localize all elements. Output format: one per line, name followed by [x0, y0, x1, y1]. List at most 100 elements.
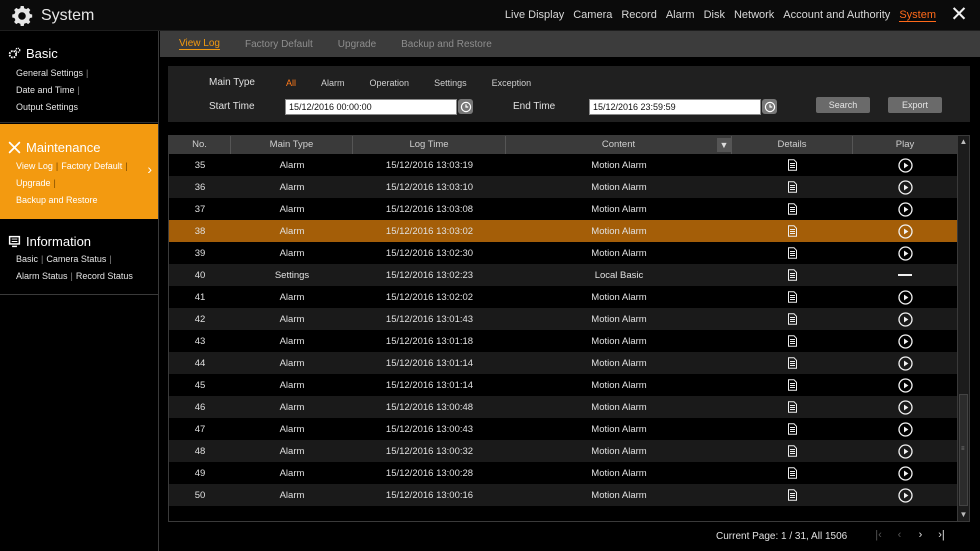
play-button[interactable] — [853, 201, 957, 217]
play-button[interactable] — [853, 245, 957, 261]
scroll-up-icon[interactable]: ▲ — [958, 136, 969, 148]
sidebar-item-camera-status[interactable]: Camera Status — [46, 254, 106, 264]
table-row[interactable]: 44 Alarm 15/12/2016 13:01:14 Motion Alarm — [169, 352, 957, 374]
details-button[interactable] — [732, 269, 853, 281]
play-button[interactable] — [853, 487, 957, 503]
table-row[interactable]: 39 Alarm 15/12/2016 13:02:30 Motion Alarm — [169, 242, 957, 264]
table-row[interactable]: 36 Alarm 15/12/2016 13:03:10 Motion Alarm — [169, 176, 957, 198]
sidebar-item-alarm-status[interactable]: Alarm Status — [16, 271, 68, 281]
sidebar-item-upgrade[interactable]: Upgrade — [16, 178, 51, 188]
play-button[interactable] — [853, 377, 957, 393]
prev-page-icon[interactable]: ‹ — [893, 529, 906, 541]
end-time-input[interactable]: 15/12/2016 23:59:59 — [589, 99, 761, 115]
sidebar-item-date-time[interactable]: Date and Time — [16, 85, 75, 95]
scrollbar-thumb[interactable]: ≡ — [959, 394, 968, 506]
table-row[interactable]: 46 Alarm 15/12/2016 13:00:48 Motion Alarm — [169, 396, 957, 418]
play-button[interactable] — [853, 421, 957, 437]
tab-upgrade[interactable]: Upgrade — [338, 39, 376, 50]
sidebar-item-view-log[interactable]: View Log — [16, 161, 53, 171]
nav-account-authority[interactable]: Account and Authority — [783, 9, 890, 22]
scrollbar[interactable]: ▲ ≡ ▼ — [957, 136, 969, 521]
tab-backup-restore[interactable]: Backup and Restore — [401, 39, 492, 50]
no-playback-dash — [898, 274, 912, 276]
table-row[interactable]: 50 Alarm 15/12/2016 13:00:16 Motion Alarm — [169, 484, 957, 506]
details-button[interactable] — [732, 335, 853, 347]
sidebar-heading-maintenance[interactable]: Maintenance — [8, 140, 100, 155]
nav-alarm[interactable]: Alarm — [666, 9, 695, 22]
nav-network[interactable]: Network — [734, 9, 774, 22]
table-row[interactable]: 37 Alarm 15/12/2016 13:03:08 Motion Alarm — [169, 198, 957, 220]
header-content[interactable]: Content ▼ — [506, 136, 732, 154]
close-icon[interactable]: ✕ — [950, 4, 968, 25]
details-button[interactable] — [732, 423, 853, 435]
scroll-down-icon[interactable]: ▼ — [958, 509, 969, 521]
table-row[interactable]: 43 Alarm 15/12/2016 13:01:18 Motion Alarm — [169, 330, 957, 352]
next-page-icon[interactable]: › — [914, 529, 927, 541]
play-button[interactable] — [853, 274, 957, 276]
details-button[interactable] — [732, 467, 853, 479]
nav-live-display[interactable]: Live Display — [505, 9, 564, 22]
play-button[interactable] — [853, 289, 957, 305]
play-button[interactable] — [853, 355, 957, 371]
play-button[interactable] — [853, 179, 957, 195]
type-option-operation[interactable]: Operation — [370, 78, 410, 88]
table-row[interactable]: 49 Alarm 15/12/2016 13:00:28 Motion Alarm — [169, 462, 957, 484]
play-button[interactable] — [853, 465, 957, 481]
details-button[interactable] — [732, 313, 853, 325]
sidebar-item-info-basic[interactable]: Basic — [16, 254, 38, 264]
last-page-icon[interactable]: ›| — [935, 529, 948, 541]
sidebar-heading-basic[interactable]: Basic — [8, 46, 58, 61]
first-page-icon[interactable]: |‹ — [872, 529, 885, 541]
sidebar-item-record-status[interactable]: Record Status — [76, 271, 133, 281]
table-row[interactable]: 42 Alarm 15/12/2016 13:01:43 Motion Alarm — [169, 308, 957, 330]
details-button[interactable] — [732, 489, 853, 501]
play-button[interactable] — [853, 399, 957, 415]
sidebar-item-general-settings[interactable]: General Settings — [16, 68, 83, 78]
nav-system[interactable]: System — [899, 9, 936, 22]
start-time-input[interactable]: 15/12/2016 00:00:00 — [285, 99, 457, 115]
clock-icon — [764, 101, 775, 112]
start-time-picker-button[interactable] — [458, 99, 473, 114]
nav-camera[interactable]: Camera — [573, 9, 612, 22]
search-button[interactable]: Search — [816, 97, 870, 113]
table-row[interactable]: 48 Alarm 15/12/2016 13:00:32 Motion Alarm — [169, 440, 957, 462]
sidebar-item-output-settings[interactable]: Output Settings — [16, 102, 78, 112]
sidebar-item-factory-default[interactable]: Factory Default — [61, 161, 122, 171]
details-button[interactable] — [732, 445, 853, 457]
play-button[interactable] — [853, 333, 957, 349]
play-button[interactable] — [853, 443, 957, 459]
table-row[interactable]: 47 Alarm 15/12/2016 13:00:43 Motion Alarm — [169, 418, 957, 440]
export-button[interactable]: Export — [888, 97, 942, 113]
cell-log-time: 15/12/2016 13:03:19 — [385, 159, 474, 171]
table-row[interactable]: 41 Alarm 15/12/2016 13:02:02 Motion Alarm — [169, 286, 957, 308]
type-option-all[interactable]: All — [286, 78, 296, 88]
table-row[interactable]: 45 Alarm 15/12/2016 13:01:14 Motion Alarm — [169, 374, 957, 396]
filter-panel: Main Type All Alarm Operation Settings E… — [168, 66, 970, 122]
sidebar-item-backup-restore[interactable]: Backup and Restore — [16, 195, 98, 205]
sidebar-heading-information[interactable]: Information — [8, 234, 91, 249]
nav-record[interactable]: Record — [621, 9, 656, 22]
table-row[interactable]: 40 Settings 15/12/2016 13:02:23 Local Basic — [169, 264, 957, 286]
type-option-settings[interactable]: Settings — [434, 78, 467, 88]
tab-view-log[interactable]: View Log — [179, 38, 220, 50]
details-button[interactable] — [732, 181, 853, 193]
nav-disk[interactable]: Disk — [704, 9, 725, 22]
chevron-down-icon[interactable]: ▼ — [717, 138, 731, 152]
play-button[interactable] — [853, 311, 957, 327]
type-option-alarm[interactable]: Alarm — [321, 78, 345, 88]
details-button[interactable] — [732, 247, 853, 259]
details-button[interactable] — [732, 357, 853, 369]
details-button[interactable] — [732, 291, 853, 303]
details-button[interactable] — [732, 379, 853, 391]
play-button[interactable] — [853, 157, 957, 173]
tab-factory-default[interactable]: Factory Default — [245, 39, 313, 50]
table-row[interactable]: 35 Alarm 15/12/2016 13:03:19 Motion Alarm — [169, 154, 957, 176]
details-button[interactable] — [732, 159, 853, 171]
details-button[interactable] — [732, 225, 853, 237]
end-time-picker-button[interactable] — [762, 99, 777, 114]
table-row[interactable]: 38 Alarm 15/12/2016 13:03:02 Motion Alarm — [169, 220, 957, 242]
type-option-exception[interactable]: Exception — [492, 78, 532, 88]
play-button[interactable] — [853, 223, 957, 239]
details-button[interactable] — [732, 203, 853, 215]
details-button[interactable] — [732, 401, 853, 413]
